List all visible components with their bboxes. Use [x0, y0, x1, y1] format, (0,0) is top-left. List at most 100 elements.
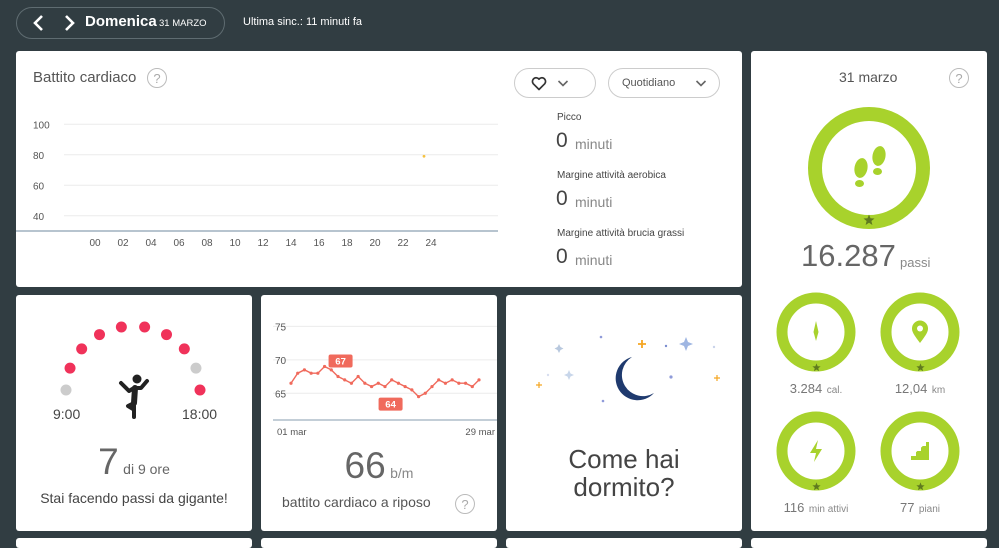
distance-value: 12,04 — [894, 381, 928, 396]
max-label: 67 — [335, 357, 346, 368]
hour-dot — [64, 362, 76, 374]
x-tick-label: 14 — [285, 238, 297, 249]
data-point — [363, 381, 367, 385]
data-point — [416, 394, 421, 399]
star-icon — [812, 363, 821, 372]
x-tick-label: 02 — [117, 238, 129, 249]
data-point — [376, 381, 380, 385]
chevron-down-icon — [557, 80, 569, 87]
steps-unit: passi — [900, 255, 931, 270]
help-icon[interactable]: ? — [455, 494, 475, 514]
last-sync-status: Ultima sinc.: 11 minuti fa — [243, 16, 363, 28]
data-point — [356, 374, 360, 379]
stat-value: 0 — [556, 245, 568, 268]
data-point — [423, 391, 427, 395]
location-pin-icon — [912, 320, 928, 343]
metric-selector-dropdown[interactable] — [514, 68, 596, 98]
data-point — [302, 368, 307, 372]
x-tick-label: 16 — [313, 238, 325, 249]
stairs-icon — [911, 442, 929, 460]
hourly-message: Stai facendo passi da gigante! — [40, 490, 228, 506]
stat-label: Margine attività aerobica — [557, 170, 666, 181]
previous-day-button[interactable] — [27, 11, 51, 35]
period-selector-dropdown[interactable]: Quotidiano — [608, 68, 720, 98]
heart-rate-card[interactable]: Battito cardiaco ? Quotidiano 100 80 60 40 0… — [16, 51, 742, 287]
steps-date: 31 marzo — [839, 69, 898, 85]
hour-dot — [94, 329, 105, 341]
active-minutes-value: 116 — [783, 500, 805, 515]
star-icon — [812, 482, 821, 491]
sleep-card[interactable]: Come hai dormito? — [506, 295, 742, 531]
resting-heart-rate-chart: 75 70 65 01 mar 29 mar 67 64 — [273, 322, 497, 438]
period-label: Quotidiano — [622, 77, 676, 89]
data-point — [403, 384, 407, 389]
active-minutes-stat: 116 min attivi — [766, 499, 866, 517]
steps-card[interactable]: 31 marzo ? 16.287 passi 3.284 cal. 12,04… — [751, 51, 987, 531]
stat-label: Margine attività brucia grassi — [557, 228, 685, 239]
start-time: 9:00 — [53, 406, 81, 422]
hour-dot — [76, 343, 88, 355]
help-icon[interactable]: ? — [147, 68, 167, 88]
data-point — [309, 371, 313, 375]
data-point — [396, 381, 401, 385]
end-time: 18:00 — [182, 406, 218, 422]
person-active-icon — [119, 374, 149, 419]
series-line — [290, 365, 480, 398]
data-point — [422, 154, 426, 158]
next-day-button[interactable] — [57, 11, 81, 35]
star-icon — [916, 482, 925, 491]
sleep-prompt-line1: Come hai — [568, 444, 680, 474]
y-tick-label: 70 — [275, 356, 287, 367]
resting-heart-rate-card[interactable]: 75 70 65 01 mar 29 mar 67 64 66 b/m battito ca… — [261, 295, 497, 531]
resting-summary: 66 b/m — [261, 445, 497, 487]
heart-icon — [531, 76, 547, 91]
floors-value: 77 — [899, 500, 915, 515]
calories-value: 3.284 — [789, 381, 823, 396]
hour-dot — [194, 384, 206, 396]
flame-icon — [813, 321, 819, 341]
hourly-value: 7 — [98, 441, 119, 482]
floors-unit: piani — [918, 504, 941, 515]
footsteps-icon — [854, 146, 886, 187]
sleep-prompt-line2: dormito? — [573, 472, 675, 502]
hour-dot — [139, 321, 151, 333]
hourly-activity-card[interactable]: 9:00 18:00 7 di 9 ore Stai facendo passi… — [16, 295, 252, 531]
chevron-right-icon — [65, 15, 75, 31]
heart-rate-chart: 100 80 60 40 00 02 04 06 08 10 12 14 16 18 20 22 24 — [16, 120, 498, 249]
next-card-2 — [261, 538, 497, 548]
stat-label: Picco — [557, 112, 582, 123]
distance-unit: km — [931, 385, 946, 396]
data-point — [463, 381, 468, 385]
moon-icon — [615, 357, 654, 401]
y-tick-label: 65 — [275, 389, 287, 400]
data-point — [316, 371, 320, 375]
help-icon[interactable]: ? — [949, 68, 969, 88]
x-tick-label: 18 — [341, 238, 353, 249]
heart-rate-title: Battito cardiaco — [33, 69, 137, 86]
data-point — [343, 378, 347, 382]
data-point — [477, 378, 481, 382]
resting-value: 66 — [344, 445, 386, 486]
star-icon — [916, 363, 925, 372]
sleep-prompt[interactable]: Come hai dormito? — [506, 445, 742, 501]
data-point — [443, 381, 448, 385]
data-point — [410, 388, 414, 392]
hour-dot — [178, 343, 190, 355]
x-tick-label: 22 — [397, 238, 409, 249]
header-bar: Domenica 31 MARZO Ultima sinc.: 11 minut… — [0, 0, 999, 48]
chevron-left-icon — [33, 15, 43, 31]
min-label: 64 — [385, 400, 396, 411]
y-tick-label: 40 — [33, 212, 45, 223]
data-point — [430, 384, 434, 389]
y-tick-label: 100 — [33, 120, 50, 131]
active-minutes-unit: min attivi — [808, 504, 849, 515]
stat-value: 0 — [556, 187, 568, 210]
data-point — [369, 384, 374, 389]
data-point — [383, 384, 387, 389]
calories-stat: 3.284 cal. — [776, 380, 856, 398]
data-point — [390, 378, 394, 382]
data-point — [457, 381, 461, 385]
steps-value: 16.287 — [801, 238, 896, 273]
next-card-3 — [506, 538, 742, 548]
resting-label: battito cardiaco a riposo — [282, 494, 431, 510]
